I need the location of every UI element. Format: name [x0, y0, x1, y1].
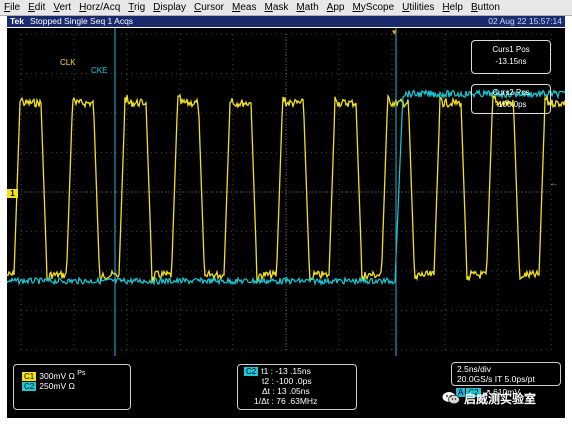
- meas-chip: C2: [244, 367, 259, 376]
- menu-cursor[interactable]: Cursor: [190, 0, 228, 16]
- menu-meas[interactable]: Meas: [228, 0, 260, 16]
- menu-horz-acq[interactable]: Horz/Acq: [75, 0, 124, 16]
- watermark: 启威测实验室: [442, 388, 536, 408]
- menu-myscope[interactable]: MyScope: [348, 0, 398, 16]
- curs2-readout: Curs2 Pos -100.0ps: [471, 84, 551, 114]
- acquisition-status: Stopped Single Seq 1 Acqs: [30, 16, 134, 26]
- waveform-canvas: [7, 28, 565, 356]
- menu-help[interactable]: Help: [438, 0, 467, 16]
- c1-extra: Ps: [77, 370, 86, 377]
- waveform-display[interactable]: CLK CKE Curs1 Pos -13.15ns Curs2 Pos -10…: [7, 28, 565, 356]
- c1-scale: 300mV Ω: [39, 370, 75, 381]
- menu-trig[interactable]: Trig: [124, 0, 149, 16]
- menu-button[interactable]: Button: [467, 0, 504, 16]
- curs1-title: Curs1 Pos: [492, 45, 530, 54]
- curs1-readout: Curs1 Pos -13.15ns: [471, 40, 551, 74]
- channel-settings-panel[interactable]: C1 300mV Ω Ps C2 250mV Ω: [13, 364, 131, 410]
- datetime-label: 02 Aug 22 15:57:14: [488, 16, 562, 26]
- cke-label: CKE: [91, 66, 108, 75]
- menu-mask[interactable]: Mask: [260, 0, 292, 16]
- timebase-div: 2.5ns/div: [457, 364, 492, 374]
- cursor-measurement-panel[interactable]: C2 t1 : -13 .15ns t2 : -100 .0ps Δt : 13 …: [237, 364, 357, 410]
- timebase-rate: 20.0GS/s IT 5.0ps/pt: [457, 374, 535, 384]
- menu-vert[interactable]: Vert: [49, 0, 75, 16]
- readout-area: C1 300mV Ω Ps C2 250mV Ω C2 t1 : -13 .15ns …: [7, 356, 565, 418]
- timebase-panel[interactable]: 2.5ns/div 20.0GS/s IT 5.0ps/pt: [451, 362, 561, 386]
- clk-label: CLK: [60, 58, 76, 67]
- menu-display[interactable]: Display: [149, 0, 190, 16]
- meas-delta-t: Δt : 13 .05ns: [262, 386, 310, 396]
- c2-scale: 250mV Ω: [39, 380, 75, 391]
- trigger-position-icon[interactable]: ▾: [392, 28, 397, 37]
- meas-inv-delta-t: 1/Δt : 76 .63MHz: [254, 396, 318, 406]
- meas-t1: t1 : -13 .15ns: [261, 366, 311, 376]
- menu-bar: File Edit Vert Horz/Acq Trig Display Cur…: [0, 0, 572, 16]
- curs2-value: -100.0ps: [495, 100, 527, 109]
- watermark-text: 启威测实验室: [464, 391, 537, 406]
- c1-chip: C1: [22, 371, 37, 381]
- meas-t2: t2 : -100 .0ps: [262, 376, 312, 386]
- menu-file[interactable]: File: [0, 0, 24, 16]
- menu-app[interactable]: App: [323, 0, 349, 16]
- menu-math[interactable]: Math: [292, 0, 322, 16]
- brand-label: Tek: [10, 16, 25, 26]
- curs2-title: Curs2 Pos: [492, 88, 530, 97]
- wechat-icon: [442, 392, 460, 405]
- c2-chip: C2: [22, 381, 37, 391]
- trigger-level-arrow-icon[interactable]: ←: [549, 178, 559, 189]
- menu-edit[interactable]: Edit: [24, 0, 49, 16]
- menu-utilities[interactable]: Utilities: [398, 0, 438, 16]
- curs1-value: -13.15ns: [495, 57, 527, 66]
- ch1-ground-marker[interactable]: 1: [7, 189, 18, 198]
- status-bar: Tek Stopped Single Seq 1 Acqs 02 Aug 22 …: [7, 16, 565, 27]
